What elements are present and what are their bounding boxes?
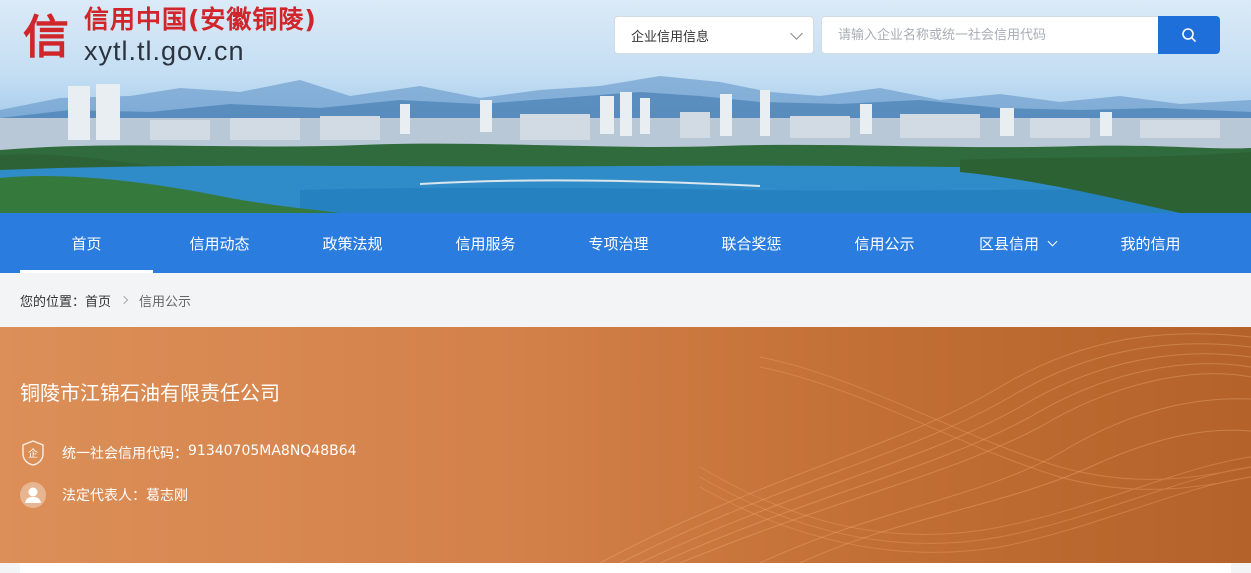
chevron-down-icon bbox=[1047, 236, 1058, 246]
credit-code-row: 企 统一社会信用代码： 91340705MA8NQ48B64 bbox=[20, 440, 357, 466]
search-input[interactable] bbox=[821, 16, 1158, 54]
breadcrumb-prefix: 您的位置： bbox=[20, 294, 86, 310]
nav-item-district-credit[interactable]: 区县信用 bbox=[951, 213, 1084, 273]
legal-rep-row: 法定代表人： 葛志刚 bbox=[20, 482, 188, 508]
nav-item-credit-disclosure[interactable]: 信用公示 bbox=[818, 213, 951, 273]
nav-item-my-credit[interactable]: 我的信用 bbox=[1084, 213, 1217, 273]
credit-code-value: 91340705MA8NQ48B64 bbox=[188, 443, 357, 459]
main-nav: 首页 信用动态 政策法规 信用服务 专项治理 联合奖惩 信用公示 区县信用 我的… bbox=[0, 213, 1251, 273]
search-category-select[interactable]: 企业信用信息 bbox=[614, 16, 814, 54]
site-title: 信用中国(安徽铜陵) bbox=[84, 5, 317, 34]
nav-item-credit-service[interactable]: 信用服务 bbox=[419, 213, 552, 273]
nav-item-home[interactable]: 首页 bbox=[20, 213, 153, 273]
enterprise-badge-icon: 企 bbox=[20, 440, 46, 466]
site-logo[interactable]: 信 信用中国(安徽铜陵) xytl.tl.gov.cn bbox=[20, 4, 317, 66]
legal-rep-label: 法定代表人： bbox=[62, 488, 146, 504]
breadcrumb-current: 信用公示 bbox=[139, 294, 192, 310]
breadcrumb-home[interactable]: 首页 bbox=[85, 291, 111, 310]
credit-code-label: 统一社会信用代码： bbox=[62, 446, 188, 462]
chevron-right-icon bbox=[119, 295, 129, 305]
person-icon bbox=[20, 482, 46, 508]
header-banner: 信 信用中国(安徽铜陵) xytl.tl.gov.cn 企业信用信息 bbox=[0, 0, 1251, 213]
search-button[interactable] bbox=[1158, 16, 1220, 54]
nav-item-joint-rewards[interactable]: 联合奖惩 bbox=[685, 213, 818, 273]
nav-item-special-governance[interactable]: 专项治理 bbox=[552, 213, 685, 273]
svg-text:信: 信 bbox=[23, 10, 69, 64]
legal-rep-value: 葛志刚 bbox=[146, 488, 188, 504]
breadcrumb: 您的位置： 首页 信用公示 bbox=[0, 273, 1251, 327]
svg-text:企: 企 bbox=[28, 447, 38, 460]
content-panel-edge bbox=[20, 563, 1231, 573]
logo-mark-icon: 信 bbox=[23, 10, 69, 64]
page: 信 信用中国(安徽铜陵) xytl.tl.gov.cn 企业信用信息 首页 bbox=[0, 0, 1251, 573]
search-category-label: 企业信用信息 bbox=[631, 29, 710, 45]
search-icon bbox=[1182, 28, 1196, 42]
nav-item-policy[interactable]: 政策法规 bbox=[286, 213, 419, 273]
site-url: xytl.tl.gov.cn bbox=[84, 36, 245, 66]
chevron-down-icon bbox=[790, 26, 803, 40]
search-bar: 企业信用信息 bbox=[614, 16, 1220, 54]
company-card: 铜陵市江锦石油有限责任公司 企 统一社会信用代码： 91340705MA8NQ4… bbox=[0, 327, 1251, 563]
company-name: 铜陵市江锦石油有限责任公司 bbox=[20, 381, 280, 405]
nav-item-credit-news[interactable]: 信用动态 bbox=[153, 213, 286, 273]
